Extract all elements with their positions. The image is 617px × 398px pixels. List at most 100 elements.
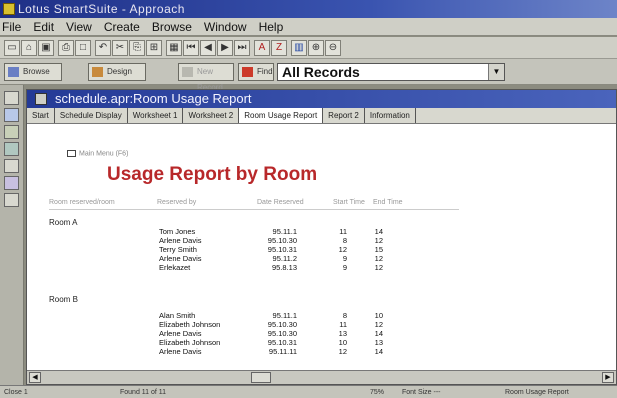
status-font-size[interactable]: Font Size --- — [402, 386, 441, 398]
new-file-icon[interactable]: ▭ — [4, 40, 20, 56]
table-row-date: 95.11.1 — [272, 311, 297, 320]
menu-window[interactable]: Window — [200, 18, 255, 35]
browse-label: Browse — [23, 67, 50, 76]
new-record-icon — [182, 67, 193, 77]
group-room-b: Room B — [49, 295, 78, 304]
app-title-bar: Lotus SmartSuite - Approach — [0, 0, 617, 18]
table-row-end: 12 — [374, 254, 383, 263]
report-title: Usage Report by Room — [107, 164, 318, 185]
find-label: Find — [257, 67, 273, 76]
table-row-name: Terry Smith — [159, 245, 197, 254]
tab-worksheet-2[interactable]: Worksheet 2 — [183, 108, 240, 123]
worksheet-tool-icon[interactable] — [4, 142, 19, 156]
column-header-start-time: Start Time — [333, 199, 365, 206]
sort-descending-icon[interactable]: Z — [271, 40, 287, 56]
menu-create[interactable]: Create — [100, 18, 148, 35]
report-canvas: Main Menu (F6) Usage Report by Room Room… — [27, 125, 616, 369]
menu-file[interactable]: File — [0, 18, 29, 35]
menu-browse[interactable]: Browse — [148, 18, 200, 35]
menu-edit[interactable]: Edit — [29, 18, 62, 35]
scroll-right-icon[interactable]: ▶ — [602, 372, 614, 383]
lotus-app-icon[interactable] — [3, 3, 15, 15]
copy-icon[interactable]: ⎘ — [129, 40, 145, 56]
new-record-button[interactable]: New Record — [178, 63, 234, 92]
column-header-reserved-by: Reserved by — [157, 199, 197, 206]
chevron-down-icon[interactable]: ▼ — [488, 64, 504, 80]
table-row-start: 12 — [338, 245, 347, 254]
table-row-name: Alan Smith — [159, 311, 196, 320]
table-row-date: 95.10.31 — [267, 245, 297, 254]
document-title: schedule.apr:Room Usage Report — [55, 91, 252, 106]
menu-bar: File Edit View Create Browse Window Help — [0, 18, 617, 36]
table-row-start: 12 — [338, 347, 347, 356]
table-row-date: 95.10.30 — [267, 329, 297, 338]
table-row-date: 95.10.31 — [267, 338, 297, 347]
table-row-start: 10 — [338, 338, 347, 347]
preview-icon[interactable]: □ — [75, 40, 91, 56]
table-row-start: 9 — [342, 263, 347, 272]
table-row-date: 95.11.11 — [268, 347, 297, 356]
table-row-start: 9 — [342, 254, 347, 263]
document-control-menu-icon[interactable] — [35, 93, 47, 105]
tab-room-usage-report[interactable]: Room Usage Report — [239, 108, 324, 123]
worksheet-icon[interactable]: ▦ — [166, 40, 182, 56]
tab-report-2[interactable]: Report 2 — [323, 108, 365, 123]
find-button[interactable]: Find — [238, 63, 274, 81]
find-icon — [242, 67, 253, 77]
open-folder-icon[interactable]: ⌂ — [21, 40, 37, 56]
found-set-value: All Records — [282, 64, 360, 80]
tab-worksheet-1[interactable]: Worksheet 1 — [128, 108, 184, 123]
scroll-left-icon[interactable]: ◀ — [29, 372, 41, 383]
table-row-end: 14 — [374, 329, 383, 338]
tab-information[interactable]: Information — [365, 108, 416, 123]
menu-view[interactable]: View — [62, 18, 100, 35]
horizontal-scrollbar[interactable]: ◀ ▶ — [27, 370, 616, 384]
next-record-icon[interactable]: ▶ — [217, 40, 233, 56]
undo-icon[interactable]: ↶ — [95, 40, 111, 56]
pointer-tool-icon[interactable] — [4, 91, 19, 105]
menu-help[interactable]: Help — [255, 18, 292, 35]
status-bar: Close 1 Found 11 of 11 75% Font Size ---… — [0, 385, 617, 398]
left-tool-strip — [0, 85, 24, 385]
mailing-label-tool-icon[interactable] — [4, 176, 19, 190]
table-row-end: 14 — [374, 227, 383, 236]
action-bar: Browse Design New Record Find All Record… — [0, 59, 617, 92]
table-icon[interactable]: ▥ — [291, 40, 307, 56]
zoom-in-icon[interactable]: ⊕ — [308, 40, 324, 56]
found-set-select[interactable]: All Records ▼ — [277, 63, 505, 81]
table-row-name: Arlene Davis — [159, 254, 202, 263]
print-icon[interactable]: ⎙ — [58, 40, 74, 56]
tab-start[interactable]: Start — [27, 108, 55, 123]
tab-schedule-display[interactable]: Schedule Display — [55, 108, 128, 123]
form-tool-icon[interactable] — [4, 108, 19, 122]
table-row-start: 13 — [338, 329, 347, 338]
previous-record-icon[interactable]: ◀ — [200, 40, 216, 56]
status-left[interactable]: Close 1 — [4, 386, 28, 398]
scroll-thumb[interactable] — [251, 372, 271, 383]
header-divider — [49, 209, 459, 210]
cut-icon[interactable]: ✂ — [112, 40, 128, 56]
group-room-a: Room A — [49, 218, 78, 227]
report-tool-icon[interactable] — [4, 125, 19, 139]
app-title: Lotus SmartSuite - Approach — [18, 2, 185, 16]
table-row-end: 15 — [374, 245, 383, 254]
design-button[interactable]: Design — [88, 63, 146, 81]
paste-icon[interactable]: ⊞ — [146, 40, 162, 56]
status-view-name[interactable]: Room Usage Report — [505, 386, 569, 398]
sort-ascending-icon[interactable]: A — [254, 40, 270, 56]
design-label: Design — [107, 67, 132, 76]
main-menu-button[interactable]: Main Menu (F6) — [67, 150, 128, 157]
document-title-bar: schedule.apr:Room Usage Report — [27, 90, 616, 108]
zoom-out-icon[interactable]: ⊖ — [325, 40, 341, 56]
table-row-start: 11 — [339, 227, 347, 236]
save-icon[interactable]: ▣ — [38, 40, 54, 56]
first-record-icon[interactable]: ⏮ — [183, 40, 199, 56]
status-zoom[interactable]: 75% — [370, 386, 384, 398]
table-row-date: 95.11.2 — [272, 254, 297, 263]
column-header-date: Date Reserved — [257, 199, 304, 206]
browse-button[interactable]: Browse — [4, 63, 62, 81]
table-row-end: 14 — [374, 347, 383, 356]
last-record-icon[interactable]: ⏭ — [234, 40, 250, 56]
chart-tool-icon[interactable] — [4, 159, 19, 173]
crosstab-tool-icon[interactable] — [4, 193, 19, 207]
